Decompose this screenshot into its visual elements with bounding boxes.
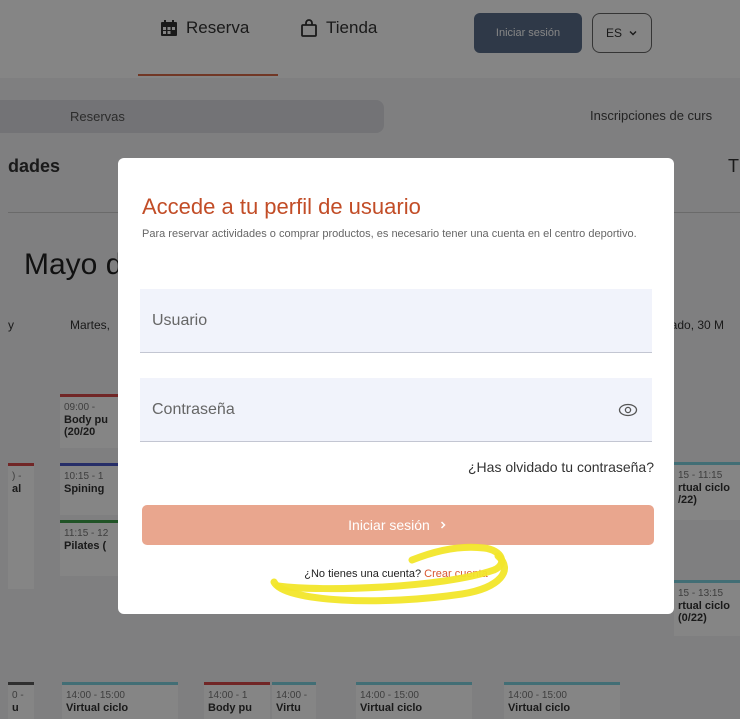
password-input[interactable]	[140, 378, 652, 441]
modal-title: Accede a tu perfil de usuario	[142, 194, 421, 219]
login-button[interactable]: Iniciar sesión	[142, 505, 654, 545]
eye-icon[interactable]	[618, 400, 638, 420]
username-input[interactable]	[140, 289, 652, 352]
create-account-link[interactable]: Crear cuenta	[424, 568, 488, 580]
password-field[interactable]	[140, 378, 652, 442]
chevron-right-icon	[440, 521, 446, 529]
login-modal: Accede a tu perfil de usuario Para reser…	[118, 158, 674, 614]
login-button-label: Iniciar sesión	[348, 517, 430, 533]
signup-prompt: ¿No tienes una cuenta? Crear cuenta	[118, 568, 674, 580]
forgot-password-link[interactable]: ¿Has olvidado tu contraseña?	[468, 459, 654, 475]
no-account-text: ¿No tienes una cuenta?	[304, 568, 422, 580]
username-field[interactable]	[140, 289, 652, 353]
modal-description: Para reservar actividades o comprar prod…	[142, 228, 637, 240]
